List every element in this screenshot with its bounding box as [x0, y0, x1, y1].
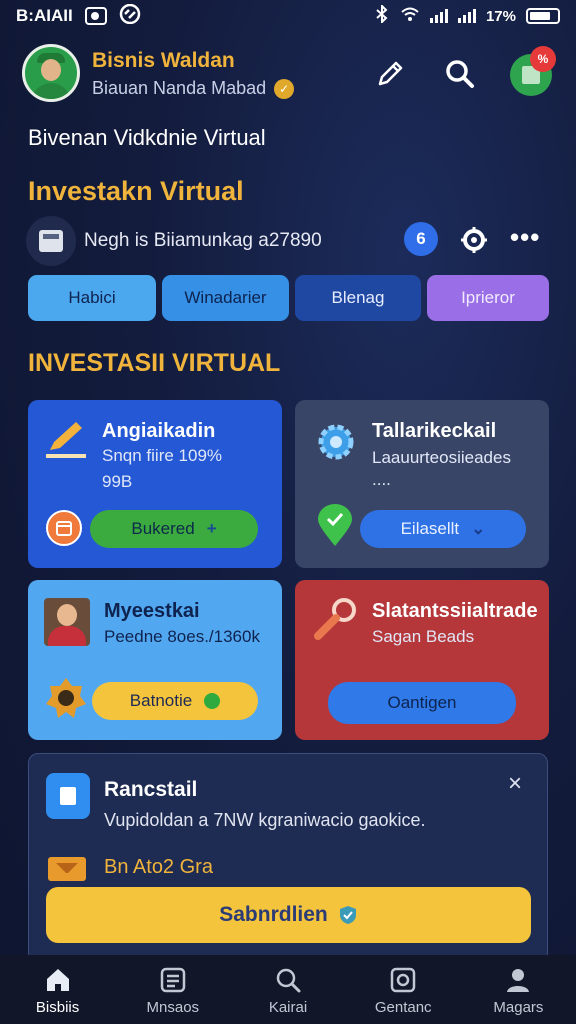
account-info: Negh is Biiamunkag a27890	[84, 230, 322, 251]
promo-text: Vupidoldan a 7NW kgraniwacio gaokice.	[104, 810, 426, 830]
ticket-icon	[48, 857, 86, 881]
nav-item-messages[interactable]: Mnsaos	[115, 955, 230, 1024]
search-button[interactable]	[442, 56, 478, 92]
signal-icon-2	[457, 9, 476, 23]
section-title: Investakn Virtual	[28, 176, 244, 206]
profile-photo	[44, 598, 90, 646]
section-title-2: INVESTASII VIRTUAL	[28, 349, 281, 377]
card-2-line-2: ....	[372, 470, 391, 489]
nav-item-home[interactable]: Bisbiis	[0, 955, 115, 1024]
card-4-button-label: Oantigen	[387, 693, 457, 712]
promo-title: Rancstail	[104, 778, 198, 801]
card-1-line-1: Snqn fiire 109%	[102, 446, 223, 465]
count-badge-button[interactable]: 6	[404, 222, 438, 256]
status-bar: B:AIAII 17%	[0, 0, 576, 32]
chip-4[interactable]: Iprieror	[427, 275, 549, 321]
card-1-button[interactable]: Bukered +	[90, 510, 258, 548]
notification-badge: %	[530, 46, 556, 72]
chip-1[interactable]: Habici	[28, 275, 156, 321]
plus-icon: +	[206, 519, 217, 538]
document-icon	[46, 773, 90, 819]
close-icon[interactable]: ×	[508, 770, 522, 798]
carrier-label: B:AIAII	[16, 6, 73, 25]
nav-label-profile: Magars	[493, 999, 544, 1016]
card-1-line-2: 99B	[102, 472, 133, 491]
card-1-button-label: Bukered	[131, 519, 195, 538]
chevron-down-icon: ⌄	[471, 519, 486, 538]
app-icon	[119, 3, 141, 29]
card-2-title: Tallarikeckail	[372, 420, 497, 442]
nav-label-gallery: Gentanc	[374, 999, 432, 1016]
card-3-line-1: Peedne 8oes./1360k	[104, 627, 260, 646]
nav-label-search: Kairai	[268, 999, 308, 1016]
brand-subtitle: Biauan Nanda Mabad ✓	[92, 78, 295, 99]
nav-item-profile[interactable]: Magars	[461, 955, 576, 1024]
image-icon	[388, 965, 418, 995]
card-4-title: Slatantssiialtrade	[372, 600, 538, 622]
promo-label: Bn Ato2 Gra	[104, 856, 213, 878]
card-4-button[interactable]: Oantigen	[328, 682, 516, 724]
location-pin-icon	[316, 504, 354, 553]
gear-icon	[312, 420, 360, 469]
card-3-button-label: Batnotie	[129, 691, 193, 710]
card-2-button[interactable]: Eilasellt ⌄	[360, 510, 526, 548]
card-2-line-1: Laauurteosiieades	[372, 448, 511, 467]
bottom-nav: Bisbiis Mnsaos Kairai Gentanc Magars	[0, 955, 576, 1024]
verified-icon: ✓	[274, 78, 295, 99]
promo-button-label: Sabnrdlien	[219, 903, 328, 926]
user-icon	[503, 965, 533, 995]
wallet-icon	[26, 216, 76, 266]
calendar-icon[interactable]	[46, 510, 82, 546]
check-shield-icon	[339, 906, 356, 924]
wifi-icon	[400, 6, 420, 26]
list-icon	[158, 965, 188, 995]
avatar[interactable]	[22, 44, 80, 102]
pencil-icon	[378, 61, 403, 86]
arrow-icon	[204, 693, 221, 709]
settings-button[interactable]	[456, 222, 492, 258]
nav-label-home: Bisbiis	[35, 999, 80, 1016]
card-4-line-1: Sagan Beads	[372, 627, 475, 646]
nav-item-gallery[interactable]: Gentanc	[346, 955, 461, 1024]
medal-icon	[44, 676, 88, 725]
search-icon	[312, 596, 362, 649]
chip-3[interactable]: Blenag	[295, 275, 421, 321]
notification-button[interactable]: %	[510, 46, 556, 96]
bluetooth-icon	[374, 3, 390, 27]
nav-item-search[interactable]: Kairai	[230, 955, 345, 1024]
home-icon	[43, 965, 73, 995]
pencil-icon	[44, 418, 90, 467]
card-3-button[interactable]: Batnotie	[92, 682, 258, 720]
chip-2[interactable]: Winadarier	[162, 275, 289, 321]
battery-icon	[526, 8, 560, 24]
edit-button[interactable]	[372, 56, 408, 92]
card-2-button-label: Eilasellt	[400, 519, 460, 538]
brand-title: Bisnis Waldan	[92, 49, 235, 72]
search-icon	[273, 965, 303, 995]
more-options-button[interactable]: •••	[510, 222, 540, 252]
sub-heading: Bivenan Vidkdnie Virtual	[28, 125, 266, 150]
gear-icon	[461, 227, 487, 253]
brand-subtitle-text: Biauan Nanda Mabad	[92, 78, 267, 98]
nav-label-messages: Mnsaos	[146, 999, 200, 1016]
signal-icon	[429, 9, 448, 23]
search-icon	[446, 60, 474, 88]
card-1-title: Angiaikadin	[102, 420, 216, 442]
promo-button[interactable]: Sabnrdlien	[46, 887, 531, 943]
card-3-title: Myeestkai	[104, 600, 200, 622]
camera-icon	[84, 7, 107, 25]
battery-percent: 17%	[485, 7, 516, 25]
